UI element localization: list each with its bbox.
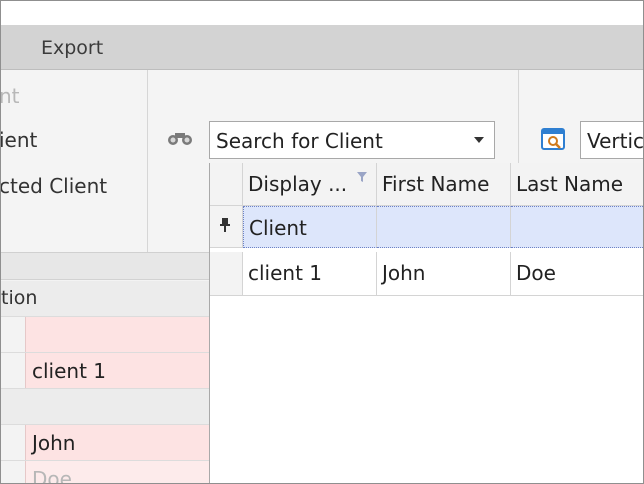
property-panel-header-bar bbox=[1, 253, 209, 280]
menu-export[interactable]: Export bbox=[41, 37, 103, 59]
row-indicator[interactable] bbox=[210, 252, 243, 296]
table-row-cell-first-name[interactable]: John bbox=[377, 252, 511, 296]
property-category-row: tion bbox=[1, 281, 209, 317]
table-row-cell-display[interactable]: client 1 bbox=[243, 252, 377, 296]
ribbon-group-separator bbox=[147, 70, 148, 252]
search-client-combo[interactable]: Search for Client bbox=[209, 121, 495, 159]
property-row bbox=[1, 317, 209, 353]
app-window: Export nt ient cted Client Search for Cl… bbox=[0, 0, 644, 484]
property-row: John bbox=[1, 425, 209, 461]
menu-bar: Export bbox=[1, 25, 643, 70]
property-category-label: tion bbox=[1, 287, 38, 309]
property-value[interactable] bbox=[25, 317, 209, 352]
filter-cell-first-name[interactable] bbox=[377, 206, 511, 248]
table-row-cell-last-name[interactable]: Doe bbox=[511, 252, 643, 296]
vertical-combo[interactable]: Vertic bbox=[580, 121, 644, 159]
property-row: client 1 bbox=[1, 353, 209, 389]
ribbon-item-selected-client[interactable]: cted Client bbox=[1, 174, 107, 198]
grid-corner bbox=[210, 163, 243, 206]
chevron-down-icon[interactable] bbox=[474, 137, 484, 143]
filter-row-indicator bbox=[210, 206, 243, 248]
ribbon-item-client[interactable]: ient bbox=[1, 128, 37, 152]
property-panel: tion client 1 John Doe bbox=[1, 253, 209, 483]
column-header-last-name[interactable]: Last Name bbox=[511, 163, 643, 206]
filter-cell-last-name[interactable] bbox=[511, 206, 643, 248]
pin-icon bbox=[220, 218, 230, 232]
property-category-row bbox=[1, 389, 209, 425]
property-value[interactable]: John bbox=[25, 425, 209, 460]
property-value[interactable]: Doe bbox=[25, 461, 209, 483]
search-client-value: Search for Client bbox=[216, 129, 383, 153]
vertical-combo-value: Vertic bbox=[587, 129, 644, 153]
property-row: Doe bbox=[1, 461, 209, 483]
client-grid: Display ... First Name Last Name Client bbox=[209, 163, 643, 483]
filter-icon[interactable] bbox=[356, 171, 368, 183]
ribbon-item-1[interactable]: nt bbox=[1, 84, 20, 108]
binoculars-icon bbox=[168, 133, 192, 145]
column-header-first-name[interactable]: First Name bbox=[377, 163, 511, 206]
search-icon[interactable] bbox=[541, 128, 567, 152]
filter-cell-display[interactable]: Client bbox=[243, 206, 377, 248]
property-value[interactable]: client 1 bbox=[25, 353, 209, 388]
column-header-display[interactable]: Display ... bbox=[243, 163, 377, 206]
